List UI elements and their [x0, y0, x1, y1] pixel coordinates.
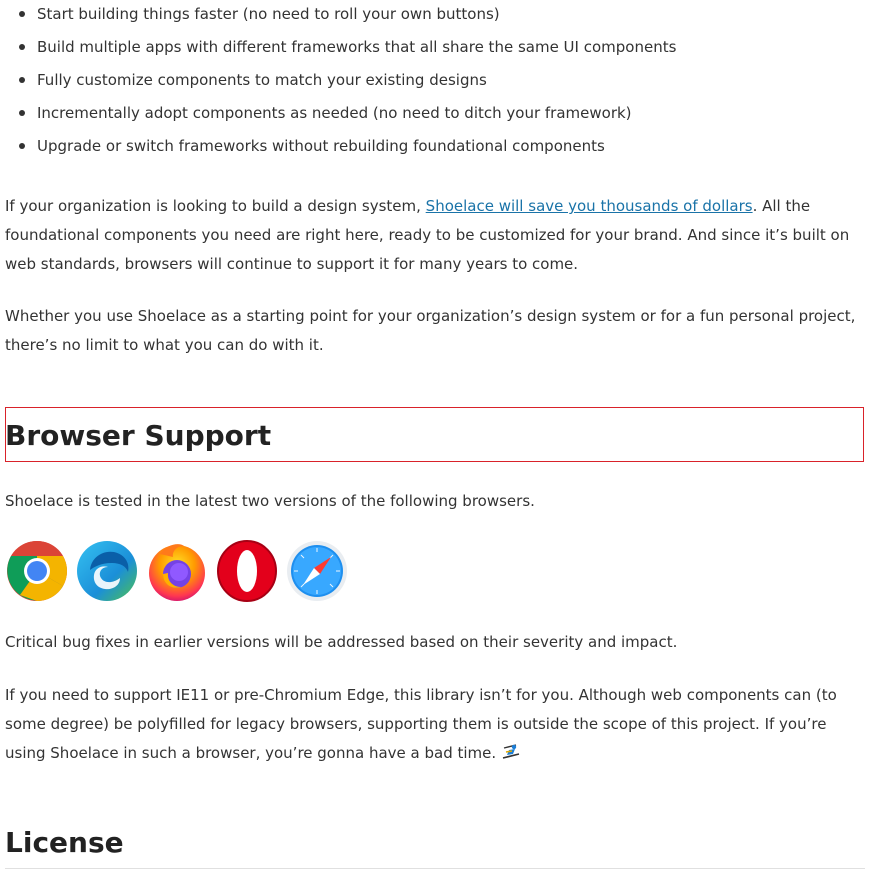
list-item: Start building things faster (no need to… [0, 0, 870, 33]
ie11-paragraph: If you need to support IE11 or pre-Chrom… [5, 686, 837, 762]
design-system-paragraph: If your organization is looking to build… [5, 197, 850, 273]
list-item: Upgrade or switch frameworks without reb… [0, 132, 870, 165]
list-item: Fully customize components to match your… [0, 66, 870, 99]
browser-logos [6, 540, 348, 602]
opera-icon [217, 540, 277, 602]
bullet-icon [19, 11, 25, 17]
browser-support-heading: Browser Support [5, 419, 272, 452]
critical-fixes-paragraph: Critical bug fixes in earlier versions w… [5, 633, 678, 651]
list-item: Incrementally adopt components as needed… [0, 99, 870, 132]
heading-divider [5, 868, 865, 869]
feature-list: Start building things faster (no need to… [0, 0, 870, 165]
bullet-icon [19, 77, 25, 83]
bullet-icon [19, 110, 25, 116]
license-heading: License [5, 826, 124, 859]
whether-paragraph: Whether you use Shoelace as a starting p… [5, 307, 856, 354]
firefox-icon [149, 544, 205, 601]
list-item: Build multiple apps with different frame… [0, 33, 870, 66]
bullet-icon [19, 143, 25, 149]
chrome-icon [7, 540, 68, 601]
skier-emoji [502, 744, 520, 759]
savings-link[interactable]: Shoelace will save you thousands of doll… [426, 197, 753, 215]
browser-intro: Shoelace is tested in the latest two ver… [5, 492, 535, 510]
safari-icon [287, 541, 347, 601]
edge-icon [77, 541, 137, 601]
bullet-icon [19, 44, 25, 50]
